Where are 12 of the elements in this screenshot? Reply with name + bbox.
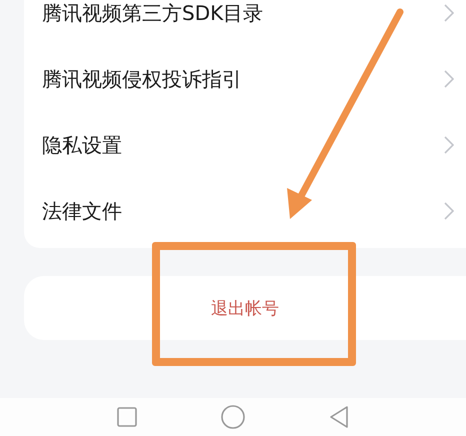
logout-button[interactable]: 退出帐号 bbox=[24, 276, 466, 340]
settings-item[interactable]: 法律文件 bbox=[24, 178, 466, 244]
recent-apps-icon[interactable] bbox=[117, 407, 137, 427]
back-icon[interactable] bbox=[329, 406, 349, 428]
home-icon[interactable] bbox=[221, 405, 245, 429]
settings-item[interactable]: 腾讯视频侵权投诉指引 bbox=[24, 46, 466, 112]
chevron-right-icon bbox=[444, 136, 454, 154]
chevron-right-icon bbox=[444, 4, 454, 22]
chevron-right-icon bbox=[444, 202, 454, 220]
chevron-right-icon bbox=[444, 70, 454, 88]
settings-item[interactable]: 腾讯视频第三方SDK目录 bbox=[24, 0, 466, 46]
settings-item[interactable]: 隐私设置 bbox=[24, 112, 466, 178]
